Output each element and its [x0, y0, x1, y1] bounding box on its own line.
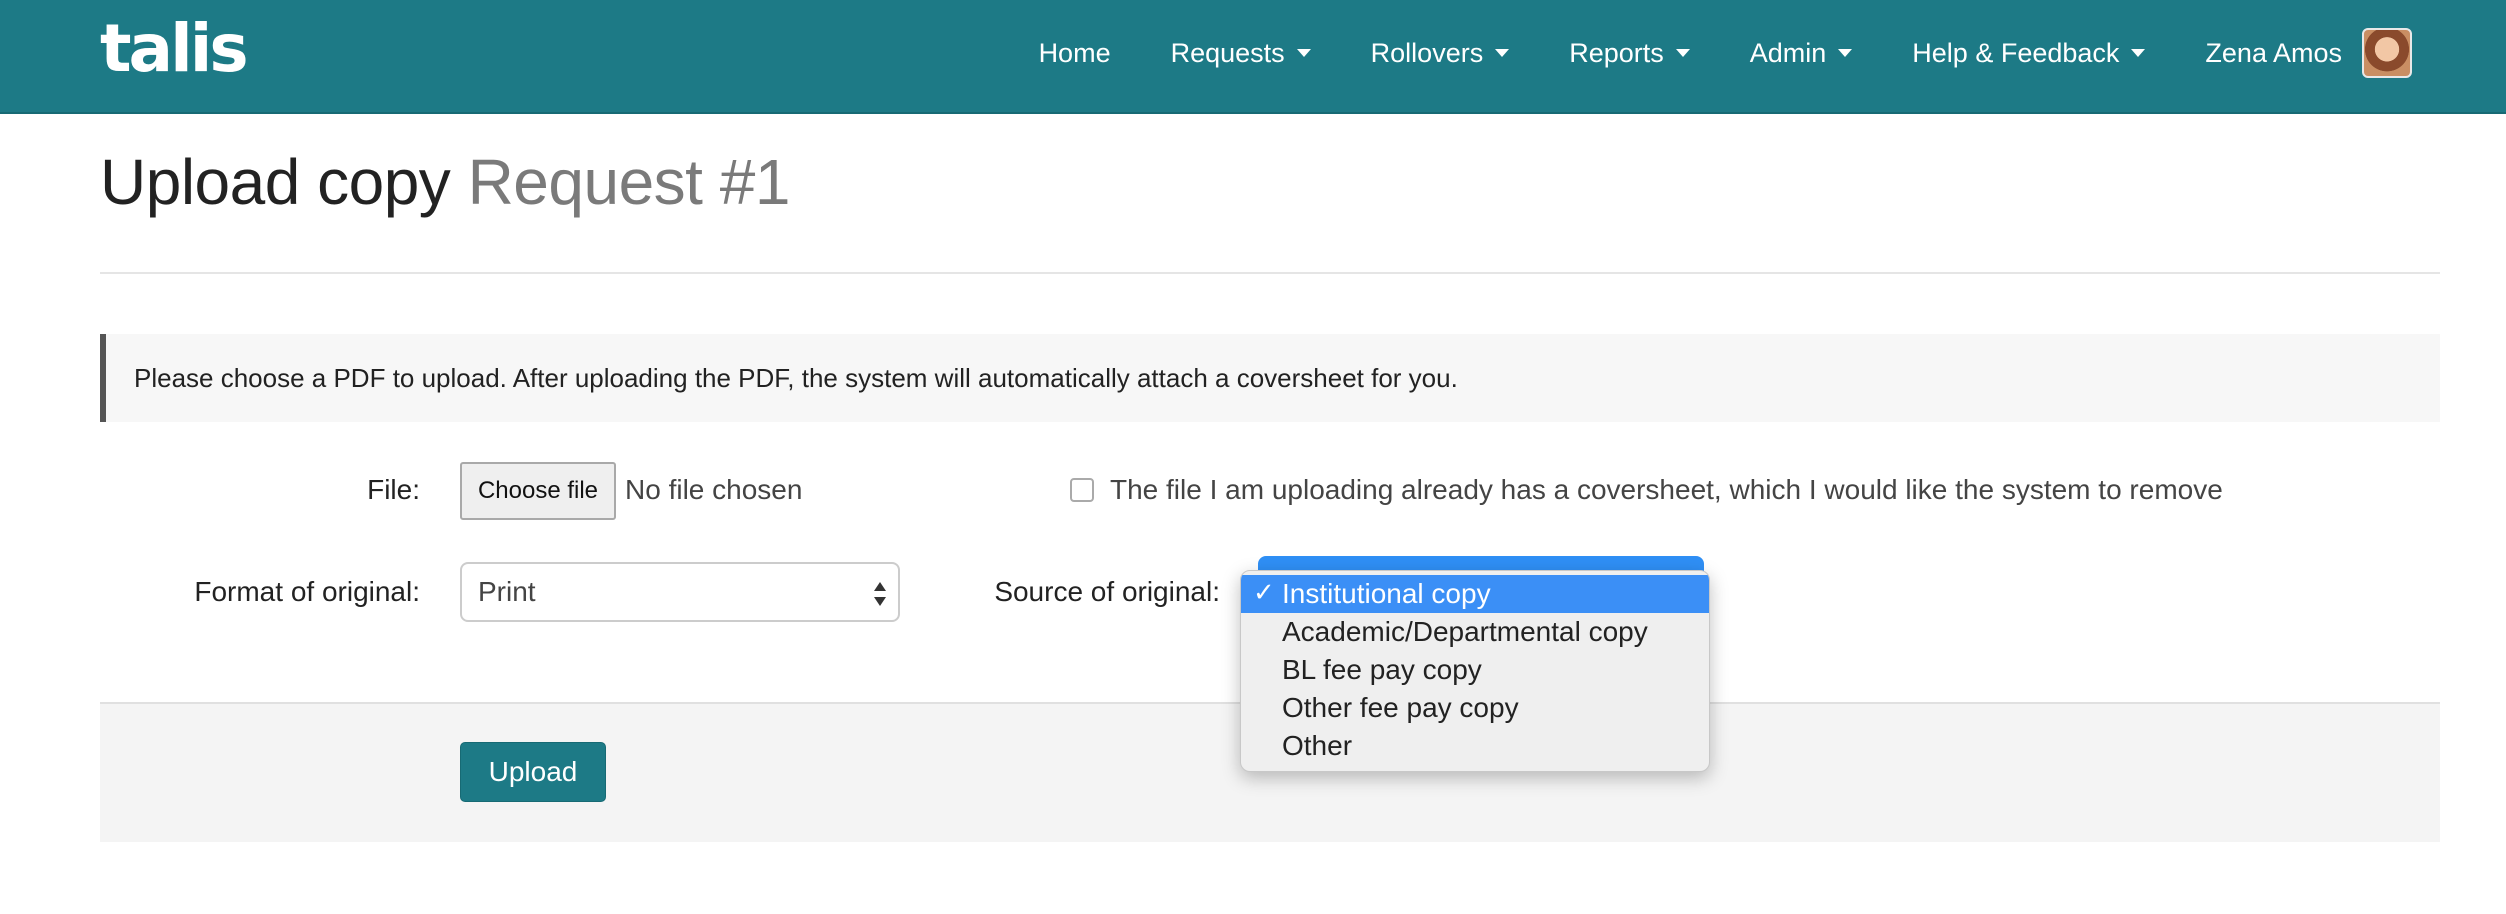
checkmark-icon: ✓ [1253, 577, 1275, 607]
source-of-original-dropdown: ✓ Institutional copy Academic/Department… [1240, 570, 1710, 772]
source-option-institutional-copy[interactable]: ✓ Institutional copy [1241, 575, 1709, 613]
nav-item-label: Help & Feedback [1912, 37, 2120, 68]
file-label: File: [367, 474, 420, 505]
source-option-other[interactable]: Other [1241, 727, 1709, 765]
nav-item-admin[interactable]: Admin [1720, 0, 1883, 106]
page-subtitle: Request #1 [467, 146, 791, 218]
option-label: Other [1282, 730, 1353, 761]
remove-coversheet-checkbox[interactable] [1070, 478, 1094, 502]
page-title: Upload copy Request #1 [100, 150, 2440, 214]
talis-logo[interactable]: talis [100, 10, 249, 87]
source-option-other-fee-pay-copy[interactable]: Other fee pay copy [1241, 689, 1709, 727]
coversheet-option: The file I am uploading already has a co… [1070, 474, 2223, 506]
nav-item-reports[interactable]: Reports [1539, 0, 1720, 106]
nav-item-rollovers[interactable]: Rollovers [1341, 0, 1540, 106]
logo-text: talis [100, 10, 249, 87]
page-header: Upload copy Request #1 [100, 150, 2440, 274]
nav-item-help-feedback[interactable]: Help & Feedback [1882, 0, 2175, 106]
option-label: Institutional copy [1282, 578, 1491, 609]
file-status-text: No file chosen [625, 474, 803, 505]
page-title-text: Upload copy [100, 146, 451, 218]
user-avatar-icon[interactable] [2362, 28, 2412, 78]
caret-down-icon [1495, 49, 1510, 57]
option-label: BL fee pay copy [1282, 654, 1482, 685]
nav-item-home[interactable]: Home [1009, 0, 1141, 106]
option-label: Academic/Departmental copy [1282, 616, 1648, 647]
source-option-bl-fee-pay-copy[interactable]: BL fee pay copy [1241, 651, 1709, 689]
nav-item-requests[interactable]: Requests [1141, 0, 1341, 106]
caret-down-icon [1675, 49, 1690, 57]
option-label: Other fee pay copy [1282, 692, 1519, 723]
caret-down-icon [2131, 49, 2146, 57]
source-option-academic-departmental-copy[interactable]: Academic/Departmental copy [1241, 613, 1709, 651]
nav-item-label: Requests [1170, 37, 1285, 68]
format-selected-value: Print [478, 576, 536, 607]
upload-instructions-notice: Please choose a PDF to upload. After upl… [100, 334, 2440, 422]
format-of-original-label: Format of original: [194, 576, 420, 607]
choose-file-button[interactable]: Choose file [460, 462, 616, 520]
caret-down-icon [1838, 49, 1853, 57]
notice-text: Please choose a PDF to upload. After upl… [134, 362, 1458, 393]
nav-item-label: Rollovers [1370, 37, 1484, 68]
main-nav: Home Requests Rollovers Reports Admin He… [1009, 0, 2506, 106]
nav-item-label: Reports [1569, 37, 1664, 68]
top-navbar: talis Home Requests Rollovers Reports Ad… [0, 0, 2506, 114]
caret-down-icon [1296, 49, 1311, 57]
remove-coversheet-label[interactable]: The file I am uploading already has a co… [1110, 474, 2223, 506]
upload-button[interactable]: Upload [460, 742, 606, 802]
source-of-original-label: Source of original: [994, 576, 1220, 607]
select-arrows-icon [874, 582, 888, 606]
nav-item-label: Home [1038, 37, 1111, 68]
format-of-original-select[interactable]: Print [460, 562, 900, 622]
nav-item-label: Admin [1749, 37, 1827, 68]
user-menu[interactable]: Zena Amos [2175, 0, 2506, 106]
user-name: Zena Amos [2205, 37, 2342, 68]
